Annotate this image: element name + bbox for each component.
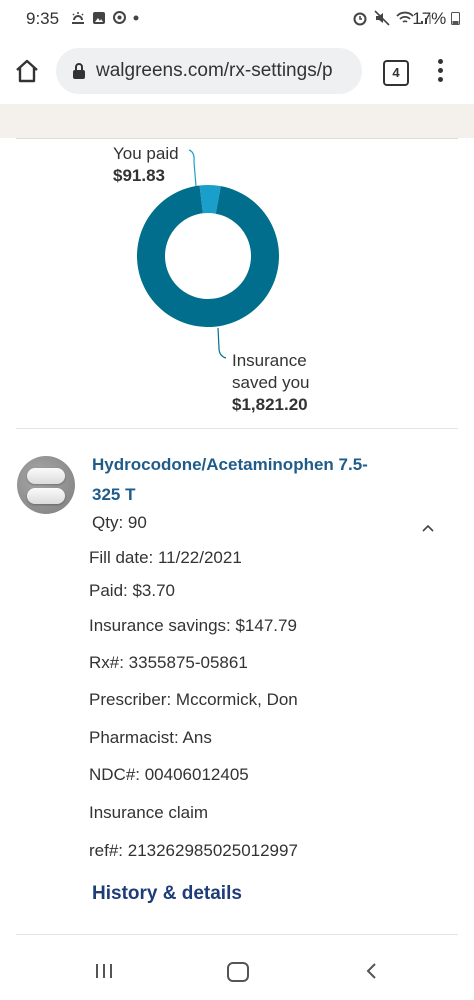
insurance-saved-label: Insurance saved you $1,821.20 <box>232 351 310 414</box>
lock-icon <box>73 63 85 79</box>
you-paid-leader-line <box>188 149 197 187</box>
chevron-up-icon[interactable] <box>420 522 436 534</box>
gallery-icon <box>93 11 105 24</box>
history-details-link[interactable]: History & details <box>92 883 242 905</box>
alarm-icon <box>353 12 367 26</box>
recent-apps-icon[interactable] <box>94 962 114 980</box>
rx-qty: Qty: 90 <box>92 513 147 532</box>
you-paid-label: You paid $91.83 <box>113 144 179 185</box>
more-options-icon[interactable] <box>436 59 444 85</box>
rx-number: Rx#: 3355875-05861 <box>89 653 248 672</box>
sync-icon <box>113 11 126 24</box>
insurance-leader-line <box>217 327 227 359</box>
rx-ref: ref#: 213262985025012997 <box>89 841 298 860</box>
notification-icons <box>70 10 139 25</box>
rx-paid: Paid: $3.70 <box>89 581 176 600</box>
browser-toolbar: walgreens.com/rx-settings/p 4 <box>0 40 474 104</box>
rx-insurance-claim: Insurance claim <box>89 803 209 822</box>
back-icon[interactable] <box>364 962 378 980</box>
pill-image <box>17 456 75 514</box>
battery-icon <box>451 12 460 25</box>
divider <box>16 428 458 429</box>
rx-fill-date: Fill date: 11/22/2021 <box>89 548 242 567</box>
home-icon[interactable] <box>14 58 40 84</box>
address-bar[interactable]: walgreens.com/rx-settings/p <box>56 48 362 94</box>
battery-level: 17% <box>412 9 460 29</box>
divider <box>16 138 458 139</box>
rx-ndc: NDC#: 00406012405 <box>89 765 249 784</box>
status-bar: 9:35 17% <box>0 0 474 38</box>
rx-insurance-savings: Insurance savings: $147.79 <box>89 616 297 635</box>
divider <box>16 934 458 935</box>
drug-name-link[interactable]: Hydrocodone/Acetaminophen 7.5- 325 T <box>92 450 392 510</box>
home-nav-icon[interactable] <box>227 962 249 982</box>
status-time: 9:35 <box>26 9 60 28</box>
system-nav-bar <box>0 944 474 1000</box>
weather-icon <box>72 11 84 24</box>
rx-pharmacist: Pharmacist: Ans <box>89 728 212 747</box>
savings-donut-chart <box>137 185 279 327</box>
dot-icon <box>133 15 139 20</box>
url-text: walgreens.com/rx-settings/p <box>96 60 333 81</box>
mute-icon <box>374 10 390 26</box>
insurance-saved-value: $1,821.20 <box>232 395 308 414</box>
tab-switcher-button[interactable]: 4 <box>383 60 409 86</box>
rx-prescriber: Prescriber: Mccormick, Don <box>89 690 298 709</box>
page-header-band <box>0 104 474 138</box>
